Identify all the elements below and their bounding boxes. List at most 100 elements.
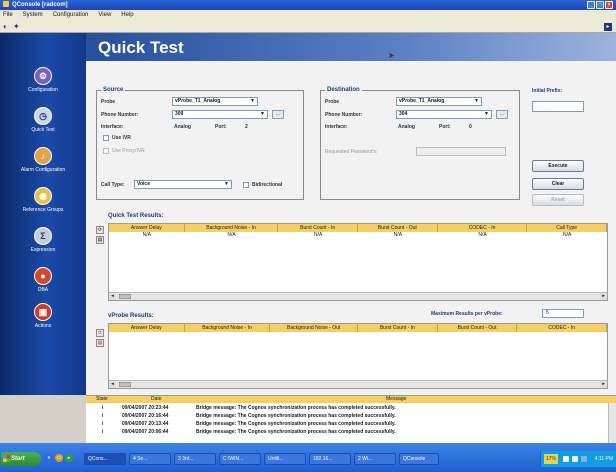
nav-item-actions[interactable]: ▣ Actions <box>0 303 86 329</box>
taskbar-item-windows[interactable]: C:\WIN... <box>219 453 261 465</box>
column-header[interactable]: Answer Delay <box>109 324 185 332</box>
source-probe-select[interactable]: vProbe_T1_Analog ▼ <box>172 97 258 106</box>
source-phone-select[interactable]: 309 ▼ <box>172 110 268 119</box>
taskbar-item-untitled[interactable]: Untitl... <box>264 453 306 465</box>
destination-probe-select[interactable]: vProbe_T1_Analog ▼ <box>396 97 482 106</box>
quick-results-table: Answer Delay Background Noise - In Burst… <box>108 223 608 301</box>
destination-phone-select[interactable]: 304 ▼ <box>396 110 492 119</box>
export-icon[interactable]: ▤ <box>96 339 104 347</box>
scroll-thumb[interactable] <box>119 382 131 387</box>
reset-button[interactable]: Reset <box>532 194 584 206</box>
close-icon[interactable]: × <box>605 1 613 9</box>
refresh-icon[interactable]: ⟳ <box>96 226 104 234</box>
export-icon[interactable]: ▤ <box>96 236 104 244</box>
column-header[interactable]: Burst Count - In <box>358 324 438 332</box>
vertical-scrollbar[interactable] <box>608 403 616 444</box>
vprobe-results-tools: ⟳ ▤ <box>96 329 106 349</box>
folder-icon[interactable]: ▭ <box>55 454 63 462</box>
browser-icon[interactable]: e <box>45 454 53 462</box>
table-cell: N/A <box>314 232 323 238</box>
nav-item-quick-test[interactable]: ◷ Quick Test <box>0 107 86 133</box>
destination-port-label: Port: <box>439 124 451 130</box>
log-row[interactable]: i 09/04/2007 20:06:44 Bridge message: Th… <box>86 428 606 436</box>
table-cell: N/A <box>393 232 403 238</box>
clock[interactable]: 4:11 PM <box>595 451 613 467</box>
initial-prefix-input[interactable] <box>532 101 584 112</box>
clear-button[interactable]: Clear <box>532 178 584 190</box>
table-row[interactable]: N/A N/A N/A N/A N/A N/A <box>109 232 607 239</box>
log-row[interactable]: i 09/04/2007 20:16:44 Bridge message: Th… <box>86 412 606 420</box>
volume-icon[interactable] <box>572 456 578 462</box>
tray-percent[interactable]: 17% <box>544 454 559 464</box>
destination-interface-label: Interface: <box>325 124 348 130</box>
menu-system[interactable]: System <box>23 10 43 21</box>
minimize-icon[interactable]: _ <box>587 1 595 9</box>
taskbar-item-ip[interactable]: 192.16... <box>309 453 351 465</box>
taskbar-item-se[interactable]: 4 Se... <box>129 453 171 465</box>
info-icon: i <box>102 421 104 427</box>
collapse-icon[interactable]: ▸ <box>604 23 612 31</box>
use-ivr-checkbox[interactable] <box>103 135 109 141</box>
nav-label: Configuration <box>28 87 58 93</box>
taskbar-item-qconsole-2[interactable]: QConsole <box>399 453 439 465</box>
log-column-message[interactable]: Message <box>386 396 406 403</box>
nav-item-expression[interactable]: Σ Expression <box>0 227 86 253</box>
column-header[interactable]: Burst Count - Out <box>438 324 518 332</box>
horizontal-scrollbar[interactable]: ◂ ▸ <box>109 292 607 300</box>
execute-button[interactable]: Execute <box>532 160 584 172</box>
group-icon: ◉ <box>34 187 52 205</box>
column-header[interactable]: Answer Delay <box>109 224 185 232</box>
column-header[interactable]: Burst Count - Out <box>358 224 438 232</box>
nav-item-dba[interactable]: ● DBA <box>0 267 86 293</box>
expression-icon: Σ <box>34 227 52 245</box>
horizontal-scrollbar[interactable]: ◂ ▸ <box>109 380 607 388</box>
menu-file[interactable]: File <box>3 10 13 21</box>
column-header[interactable]: Background Noise - Out <box>270 324 358 332</box>
taskbar-item-qconsole[interactable]: QCons... <box>84 453 126 465</box>
column-header[interactable]: CODEC - In <box>438 224 528 232</box>
maximize-icon[interactable]: □ <box>596 1 604 9</box>
taskbar-item-3rd[interactable]: 3 3rd... <box>174 453 216 465</box>
app-icon <box>3 1 9 7</box>
log-column-state[interactable]: State <box>96 396 108 403</box>
media-icon[interactable]: ▸ <box>65 454 73 462</box>
scroll-thumb[interactable] <box>119 294 131 299</box>
log-row[interactable]: i 09/04/2007 20:23:44 Bridge message: Th… <box>86 404 606 412</box>
nav-item-reference-groups[interactable]: ◉ Reference Groups <box>0 187 86 213</box>
column-header[interactable]: CODEC - In <box>517 324 608 332</box>
scroll-left-icon[interactable]: ◂ <box>109 293 116 300</box>
destination-phone-browse-button[interactable]: ... <box>496 110 508 119</box>
log-column-date[interactable]: Date <box>151 396 162 403</box>
column-header[interactable]: Burst Count - In <box>278 224 359 232</box>
vprobe-results-title: vProbe Results: <box>108 313 154 319</box>
taskbar-item-wi[interactable]: 2 Wi... <box>354 453 396 465</box>
nav-item-alarm-configuration[interactable]: ♪ Alarm Configuration <box>0 147 86 173</box>
nav-item-configuration[interactable]: ⚙ Configuration <box>0 67 86 93</box>
column-header[interactable]: Background Noise - In <box>185 324 271 332</box>
scroll-right-icon[interactable]: ▸ <box>600 293 607 300</box>
page-title: Quick Test <box>98 38 184 57</box>
scroll-right-icon[interactable]: ▸ <box>600 381 607 388</box>
call-type-select[interactable]: Voice ▼ <box>134 180 232 189</box>
info-icon: i <box>102 413 104 419</box>
refresh-icon[interactable]: ⟳ <box>96 329 104 337</box>
start-button[interactable]: Start <box>1 452 41 466</box>
menu-help[interactable]: Help <box>121 10 133 21</box>
quick-results-title: Quick Test Results: <box>108 213 164 219</box>
column-header[interactable]: Background Noise - In <box>185 224 279 232</box>
max-results-input[interactable]: 5 <box>542 309 584 318</box>
bidirectional-checkbox[interactable] <box>243 182 249 188</box>
back-icon[interactable]: ◐ <box>3 23 8 31</box>
scroll-left-icon[interactable]: ◂ <box>109 381 116 388</box>
menu-view[interactable]: View <box>98 10 111 21</box>
security-icon[interactable] <box>581 456 587 462</box>
log-row[interactable]: i 09/04/2007 20:13:44 Bridge message: Th… <box>86 420 606 428</box>
network-icon[interactable] <box>563 456 569 462</box>
use-proxy-checkbox[interactable] <box>103 148 109 154</box>
quick-results-tools: ⟳ ▤ <box>96 226 106 246</box>
column-header[interactable]: Call Type <box>527 224 608 232</box>
requested-password-input[interactable] <box>416 147 506 156</box>
source-phone-browse-button[interactable]: ... <box>272 110 284 119</box>
forward-icon[interactable]: ✦ <box>13 23 20 31</box>
menu-configuration[interactable]: Configuration <box>53 10 89 21</box>
